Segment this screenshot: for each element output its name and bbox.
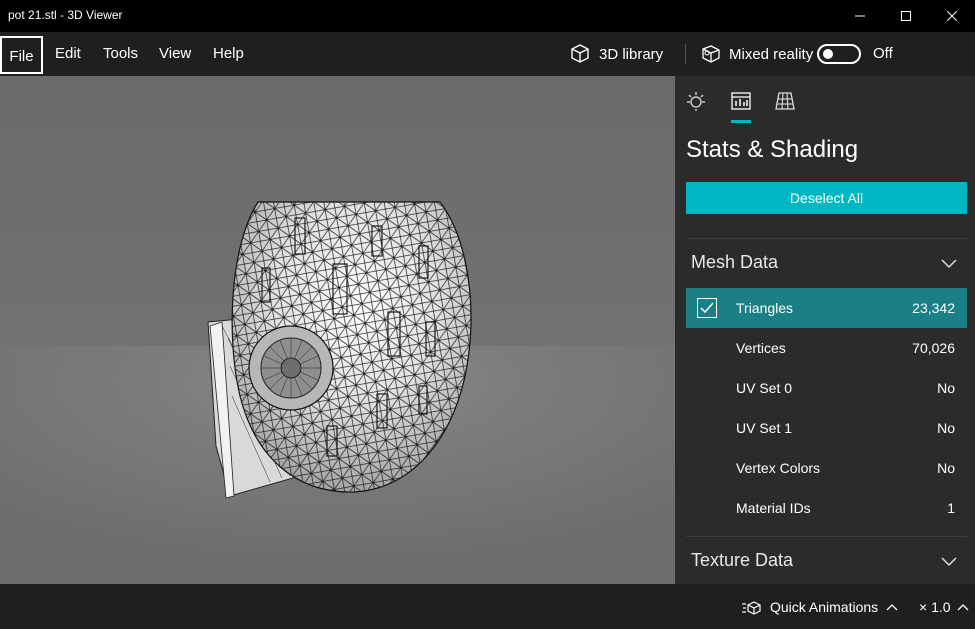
- chevron-up-icon: [886, 603, 898, 610]
- pot-model[interactable]: [0, 76, 675, 584]
- toolbar-divider: [685, 44, 686, 64]
- stat-label: UV Set 0: [736, 380, 793, 396]
- quick-animations-label: Quick Animations: [770, 598, 879, 615]
- stat-row-uv-set-1[interactable]: UV Set 1 No: [686, 408, 967, 448]
- title-bar: pot 21.stl - 3D Viewer: [0, 0, 975, 32]
- maximize-button[interactable]: [883, 0, 929, 32]
- grid-icon[interactable]: [774, 90, 796, 112]
- status-bar: Quick Animations × 1.0: [0, 584, 975, 629]
- stat-value: No: [937, 460, 955, 476]
- quick-animations-button[interactable]: Quick Animations: [742, 584, 898, 629]
- menu-help[interactable]: Help: [213, 32, 244, 76]
- sun-icon[interactable]: [685, 90, 707, 112]
- stat-row-vertices[interactable]: Vertices 70,026: [686, 328, 967, 368]
- stat-row-uv-set-0[interactable]: UV Set 0 No: [686, 368, 967, 408]
- minimize-icon: [855, 15, 865, 17]
- toggle-state-label: Off: [873, 45, 893, 62]
- stat-row-material-ids[interactable]: Material IDs 1: [686, 488, 967, 528]
- panel-title: Stats & Shading: [686, 136, 859, 163]
- stat-value: No: [937, 420, 955, 436]
- close-icon: [947, 11, 957, 21]
- section-divider: [686, 536, 967, 537]
- stat-value: No: [937, 380, 955, 396]
- 3d-library-label: 3D library: [599, 45, 664, 63]
- checkbox-icon[interactable]: [697, 298, 717, 318]
- close-button[interactable]: [929, 0, 975, 32]
- stat-value: 23,342: [912, 300, 955, 316]
- menu-tools[interactable]: Tools: [103, 32, 138, 76]
- stat-label: Material IDs: [736, 500, 811, 516]
- maximize-icon: [901, 11, 911, 21]
- cube-icon: [571, 44, 589, 63]
- chevron-down-icon: [941, 259, 957, 269]
- stat-label: Vertices: [736, 340, 786, 356]
- deselect-all-button[interactable]: Deselect All: [686, 182, 967, 214]
- stats-icon[interactable]: [730, 90, 752, 112]
- mixed-reality-button[interactable]: Mixed reality: [701, 32, 813, 76]
- 3d-viewport[interactable]: [0, 76, 675, 584]
- texture-data-title: Texture Data: [691, 550, 794, 570]
- mesh-data-title: Mesh Data: [691, 252, 779, 272]
- mixed-reality-icon: [702, 45, 720, 63]
- zoom-value: × 1.0: [919, 598, 951, 615]
- window-title: pot 21.stl - 3D Viewer: [8, 8, 123, 22]
- 3d-library-button[interactable]: 3D library: [569, 32, 663, 76]
- animation-icon: [742, 600, 761, 615]
- stat-label: Triangles: [736, 300, 794, 316]
- zoom-control[interactable]: × 1.0: [919, 584, 969, 629]
- section-divider: [686, 238, 967, 239]
- stat-value: 70,026: [912, 340, 955, 356]
- active-tab-indicator: [731, 120, 751, 123]
- chevron-down-icon: [941, 557, 957, 567]
- stat-row-triangles[interactable]: Triangles 23,342: [686, 288, 967, 328]
- menu-file[interactable]: File: [0, 36, 43, 74]
- stat-row-vertex-colors[interactable]: Vertex Colors No: [686, 448, 967, 488]
- stats-panel: Stats & Shading Deselect All Mesh Data T…: [675, 76, 975, 584]
- chevron-up-icon: [957, 603, 968, 610]
- stat-label: Vertex Colors: [736, 460, 821, 476]
- mixed-reality-toggle[interactable]: [817, 44, 861, 64]
- menu-edit[interactable]: Edit: [55, 32, 81, 76]
- mixed-reality-label: Mixed reality: [729, 45, 814, 63]
- toggle-knob: [823, 49, 833, 59]
- menu-bar: File Edit Tools View Help 3D library Mix…: [0, 32, 975, 76]
- menu-view[interactable]: View: [159, 32, 191, 76]
- stat-label: UV Set 1: [736, 420, 793, 436]
- minimize-button[interactable]: [837, 0, 883, 32]
- stat-value: 1: [947, 500, 955, 516]
